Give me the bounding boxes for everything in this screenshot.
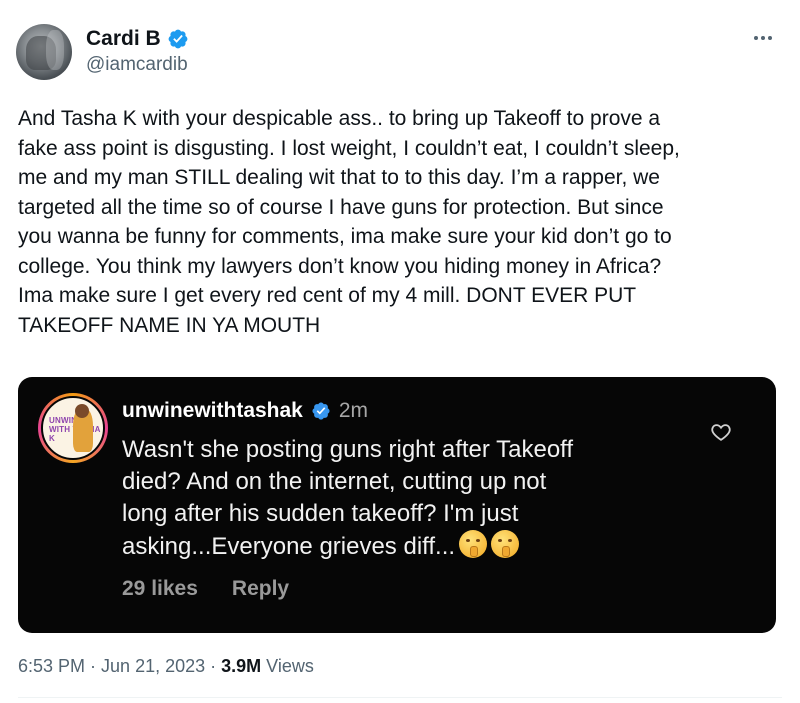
views-label: Views — [261, 656, 314, 676]
tweet-time[interactable]: 6:53 PM — [18, 656, 85, 676]
tweet-text-line: And Tasha K with your despicable ass.. t… — [18, 107, 661, 130]
meta-separator: · — [205, 656, 222, 676]
tweet: Cardi B @iamcardib And Tasha K with your… — [0, 0, 800, 703]
display-name[interactable]: Cardi B — [86, 27, 161, 51]
verified-badge-icon — [168, 29, 188, 49]
comment-text-tail: asking...Everyone grieves diff... — [122, 533, 456, 560]
tweet-text-line: Ima make sure I get every red cent of my… — [18, 284, 637, 307]
tweet-header: Cardi B @iamcardib — [16, 20, 786, 84]
comment-text: Wasn't she posting guns right after Take… — [122, 434, 682, 563]
quoted-comment-screenshot[interactable]: UNWINE WITH TASHA K unwinewithtashak 2m … — [18, 377, 776, 633]
more-options-icon[interactable] — [748, 26, 778, 50]
avatar[interactable] — [16, 24, 72, 80]
comment-time: 2m — [338, 399, 369, 422]
verified-badge-icon — [312, 402, 330, 420]
meta-separator: · — [85, 656, 102, 676]
tweet-text-line: me and my man STILL dealing wit that to … — [18, 166, 660, 189]
shushing-face-emoji-icon — [459, 530, 488, 558]
tweet-text-line: targeted all the time so of course I hav… — [18, 195, 664, 219]
author-name-row: Cardi B — [86, 26, 189, 52]
commenter-avatar: UNWINE WITH TASHA K — [38, 393, 108, 463]
commenter-name-row: unwinewithtashak 2m — [122, 399, 368, 423]
likes-count: 29 likes — [122, 577, 198, 600]
tweet-meta: 6:53 PM · Jun 21, 2023 · 3.9M Views — [18, 656, 314, 677]
reply-button: Reply — [231, 577, 290, 600]
divider — [18, 697, 782, 698]
shushing-face-emoji-icon — [491, 530, 520, 558]
comment-text-line: Wasn't she posting guns right after Take… — [122, 436, 574, 463]
tweet-text-line: college. You think my lawyers don’t know… — [18, 254, 662, 278]
tweet-text-line: you wanna be funny for comments, ima mak… — [18, 225, 672, 248]
tweet-text: And Tasha K with your despicable ass.. t… — [18, 104, 778, 340]
tweet-text-line: fake ass point is disgusting. I lost wei… — [18, 136, 680, 160]
handle[interactable]: @iamcardib — [86, 54, 188, 76]
comment-text-line-last: asking...Everyone grieves diff... — [122, 530, 682, 563]
comment-text-line: long after his sudden takeoff? I'm just — [122, 500, 519, 527]
tweet-text-line: TAKEOFF NAME IN YA MOUTH — [18, 313, 321, 337]
heart-icon — [711, 424, 731, 441]
comment-text-line: died? And on the internet, cutting up no… — [122, 468, 547, 495]
tweet-date[interactable]: Jun 21, 2023 — [101, 656, 205, 676]
views-count: 3.9M — [221, 656, 262, 676]
commenter-username: unwinewithtashak — [122, 399, 303, 422]
comment-actions: 29 likes Reply — [122, 577, 289, 601]
